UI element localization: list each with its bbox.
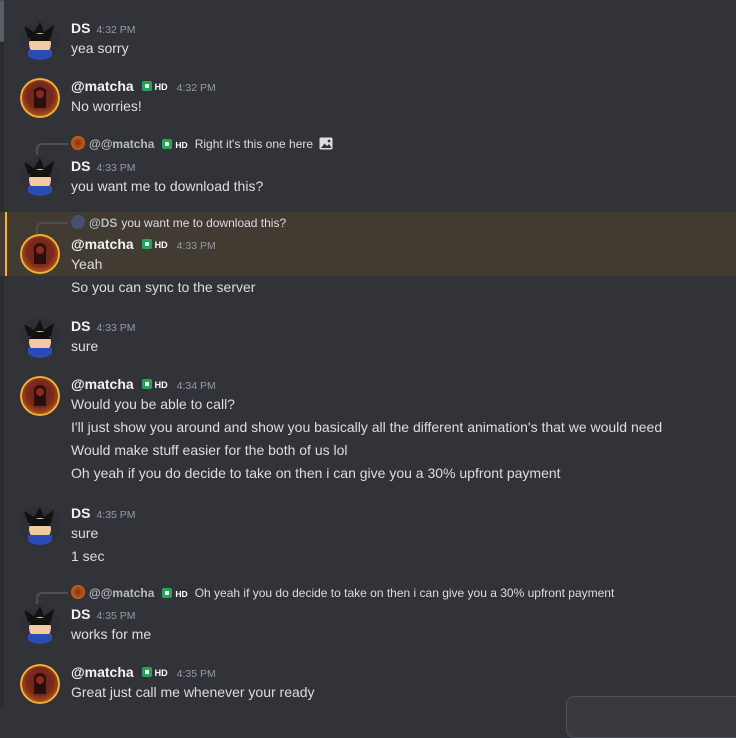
reply-username[interactable]: @@matcha [89,586,154,600]
username[interactable]: DS [71,318,90,334]
badge-label: HD [154,81,168,92]
avatar[interactable] [20,78,60,118]
message-text: Oh yeah if you do decide to take on then… [71,465,561,481]
username[interactable]: @matcha [71,376,134,392]
message-header: DS 4:33 PM [71,156,136,176]
avatar[interactable] [20,604,60,644]
message-text: Would you be able to call? [71,396,235,412]
avatar[interactable] [20,234,60,274]
timestamp: 4:33 PM [96,162,136,174]
message-text: sure [71,338,99,354]
message-header: DS 4:35 PM [71,503,136,523]
image-icon [319,137,333,150]
role-badge[interactable]: HD [140,378,171,392]
lock-icon [141,80,152,91]
message-header: @matcha HD 4:34 PM [71,374,216,394]
message: @matcha HD 4:32 PM No worries! [0,76,736,120]
reply-text: you want me to download this? [121,216,287,230]
role-badge[interactable]: HD [140,238,171,252]
username[interactable]: DS [71,158,90,174]
avatar[interactable] [20,376,60,416]
floating-panel-edge [566,696,736,738]
reply-text: Right it's this one here [194,137,314,151]
timestamp: 4:35 PM [96,509,136,521]
role-badge[interactable]: HD [140,80,171,94]
reply-username[interactable]: @@matcha [89,137,154,151]
avatar[interactable] [20,318,60,358]
username[interactable]: @matcha [71,78,134,94]
message-header: DS 4:33 PM [71,316,136,336]
message-text: 1 sec [71,548,105,564]
message-text: works for me [71,626,152,642]
reply-username[interactable]: @DS [89,216,117,230]
timestamp: 4:33 PM [176,240,216,252]
message-text: Would make stuff easier for the both of … [71,442,348,458]
reply-text: Oh yeah if you do decide to take on then… [194,586,615,600]
message-text: So you can sync to the server [71,279,256,295]
timestamp: 4:32 PM [96,24,136,36]
reply-spine [36,222,68,234]
message: DS 4:33 PM sure [0,316,736,360]
timestamp: 4:32 PM [176,82,216,94]
message: DS 4:32 PM yea sorry [0,18,736,62]
message: @matcha HD 4:34 PM Would you be able to ca… [0,374,736,486]
message-text: yea sorry [71,40,129,56]
avatar[interactable] [20,20,60,60]
message: @@matcha HD Oh yeah if you do decide to ta… [0,584,736,648]
message-text: you want me to download this? [71,178,264,194]
timestamp: 4:35 PM [176,668,216,680]
timestamp: 4:33 PM [96,322,136,334]
reply-avatar [71,585,85,599]
message-text: Yeah [71,256,103,272]
role-badge[interactable]: HD [140,666,171,680]
username[interactable]: DS [71,20,90,36]
lock-icon [162,138,173,149]
message-text: Great just call me whenever your ready [71,684,315,700]
mention-bar [5,212,7,276]
badge-label: HD [175,588,188,599]
reply-spine [36,592,68,604]
avatar[interactable] [20,664,60,704]
badge-label: HD [175,139,188,150]
message: DS 4:35 PM sure 1 sec [0,503,736,567]
badge-label: HD [154,239,168,250]
message-text: I'll just show you around and show you b… [71,419,663,435]
lock-icon [141,378,152,389]
badge-label: HD [154,379,168,390]
message-header: DS 4:35 PM [71,604,136,624]
timestamp: 4:34 PM [176,380,216,392]
username[interactable]: @matcha [71,236,134,252]
message-header: DS 4:32 PM [71,18,136,38]
lock-icon [162,587,173,598]
avatar[interactable] [20,156,60,196]
message-header: @matcha HD 4:32 PM [71,76,216,96]
badge-label: HD [154,667,168,678]
message-text: No worries! [71,98,142,114]
message-highlighted: @DS you want me to download this? @matcha… [0,212,736,276]
message-header: @matcha HD 4:33 PM [71,234,216,254]
message: @@matcha HD Right it's this one here DS 4:3… [0,134,736,200]
role-badge: HD [160,138,190,152]
username[interactable]: DS [71,606,90,622]
message-text: sure [71,525,99,541]
reply-avatar [71,215,85,229]
timestamp: 4:35 PM [96,610,136,622]
lock-icon [141,238,152,249]
reply-spine [36,143,68,155]
reply-avatar [71,136,85,150]
username[interactable]: DS [71,505,90,521]
username[interactable]: @matcha [71,664,134,680]
lock-icon [141,666,152,677]
message-header: @matcha HD 4:35 PM [71,662,216,682]
role-badge: HD [160,587,190,601]
avatar[interactable] [20,505,60,545]
